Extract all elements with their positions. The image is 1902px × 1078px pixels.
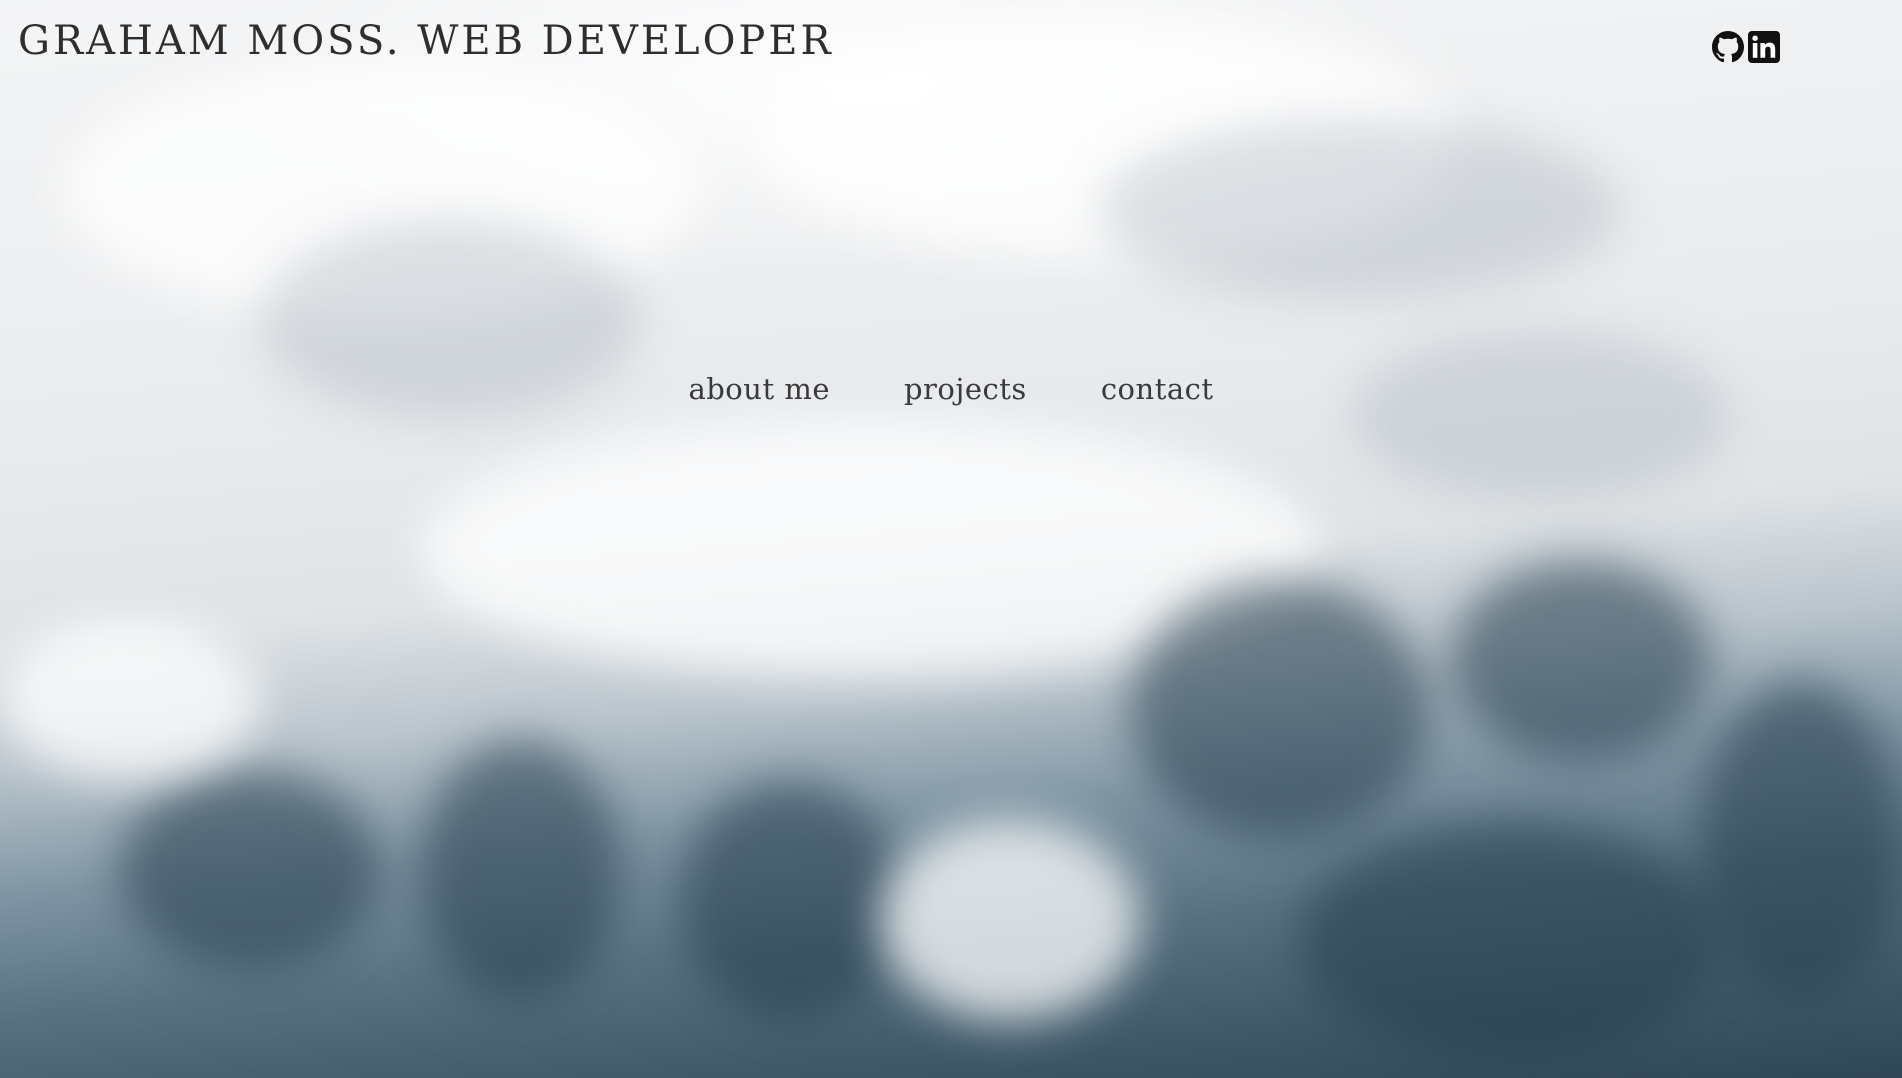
github-link[interactable] xyxy=(1712,31,1744,63)
nav-projects[interactable]: projects xyxy=(904,372,1027,406)
nav-about-me[interactable]: about me xyxy=(688,372,830,406)
linkedin-link[interactable] xyxy=(1748,31,1780,63)
social-links xyxy=(1712,31,1780,63)
github-icon xyxy=(1712,31,1744,63)
hero-background xyxy=(0,0,1902,1078)
site-title: GRAHAM MOSS. WEB DEVELOPER xyxy=(18,18,834,64)
main-nav: about me projects contact xyxy=(0,372,1902,406)
linkedin-icon xyxy=(1748,31,1780,63)
nav-contact[interactable]: contact xyxy=(1101,372,1214,406)
